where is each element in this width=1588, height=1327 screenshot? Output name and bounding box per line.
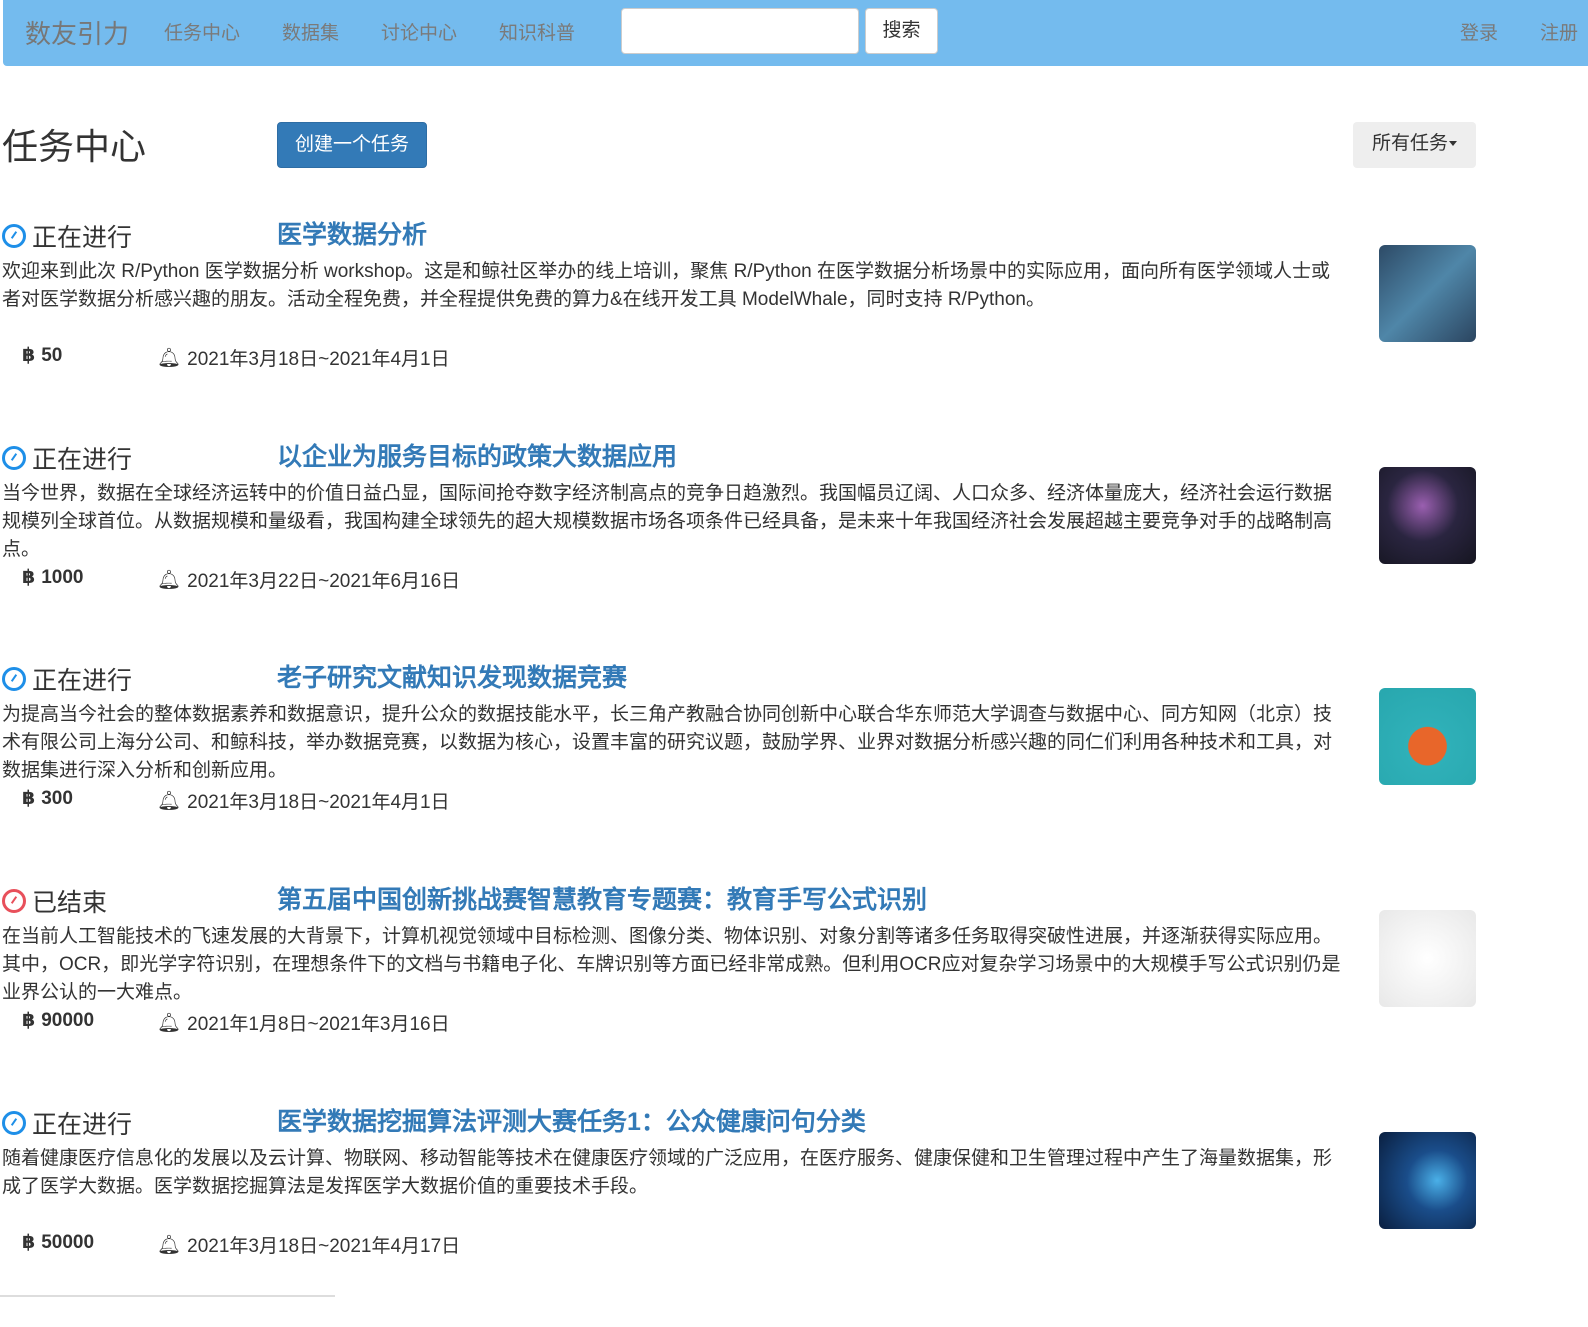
brand-logo[interactable]: 数友引力 [25, 14, 129, 51]
task-item: 正在进行 医学数据挖掘算法评测大赛任务1：公众健康问句分类 随着健康医疗信息化的… [0, 1105, 1588, 1327]
status-clock-icon [2, 667, 26, 691]
task-thumbnail[interactable] [1379, 245, 1476, 342]
task-description: 在当前人工智能技术的飞速发展的大背景下，计算机视觉领域中目标检测、图像分类、物体… [2, 926, 1341, 1003]
status-label: 已结束 [32, 889, 108, 917]
bell-icon: 🔔︎ [157, 1234, 182, 1256]
bitcoin-icon: ฿ [22, 345, 36, 366]
date-range: 2021年3月18日~2021年4月1日 [187, 792, 450, 813]
reward-value: 1000 [41, 566, 84, 588]
task-title-link[interactable]: 医学数据分析 [277, 215, 427, 251]
task-description: 欢迎来到此次 R/Python 医学数据分析 workshop。这是和鲸社区举办… [2, 261, 1331, 310]
date-range: 2021年3月18日~2021年4月1日 [187, 349, 450, 370]
task-item: 正在进行 医学数据分析 欢迎来到此次 R/Python 医学数据分析 works… [0, 218, 1588, 440]
bitcoin-icon: ฿ [22, 1010, 36, 1031]
bitcoin-icon: ฿ [22, 788, 36, 809]
nav-datasets[interactable]: 数据集 [282, 18, 339, 45]
task-description: 为提高当今社会的整体数据素养和数据意识，提升公众的数据技能水平，长三角产教融合协… [2, 704, 1333, 781]
date-range: 2021年3月22日~2021年6月16日 [187, 571, 461, 592]
status-label: 正在进行 [32, 667, 133, 695]
bell-icon: 🔔︎ [157, 790, 182, 812]
status-label: 正在进行 [32, 446, 133, 474]
date-range: 2021年3月18日~2021年4月17日 [187, 1236, 461, 1257]
login-link[interactable]: 登录 [1460, 18, 1498, 45]
task-reward: ฿ 1000 [22, 566, 84, 589]
page-title: 任务中心 [2, 126, 147, 167]
status-clock-icon [2, 224, 26, 248]
task-thumbnail[interactable] [1379, 688, 1476, 785]
task-reward: ฿ 50000 [22, 1231, 94, 1254]
task-description: 随着健康医疗信息化的发展以及云计算、物联网、移动智能等技术在健康医疗领域的广泛应… [2, 1148, 1333, 1197]
task-status: 正在进行 [2, 218, 132, 254]
create-task-button[interactable]: 创建一个任务 [277, 122, 427, 168]
status-clock-icon [2, 889, 26, 913]
task-thumbnail[interactable] [1379, 467, 1476, 564]
status-label: 正在进行 [32, 224, 133, 252]
divider [0, 1295, 335, 1297]
status-label: 正在进行 [32, 1111, 133, 1139]
search-input[interactable] [621, 8, 859, 54]
reward-value: 90000 [41, 1009, 95, 1031]
task-reward: ฿ 90000 [22, 1009, 94, 1032]
bell-icon: 🔔︎ [157, 569, 182, 591]
nav-knowledge[interactable]: 知识科普 [499, 18, 575, 45]
date-range: 2021年1月8日~2021年3月16日 [187, 1014, 450, 1035]
task-status: 正在进行 [2, 1105, 132, 1141]
task-item: 正在进行 老子研究文献知识发现数据竞赛 为提高当今社会的整体数据素养和数据意识，… [0, 661, 1588, 883]
nav-task-center[interactable]: 任务中心 [164, 18, 240, 45]
task-status: 正在进行 [2, 661, 132, 697]
task-dates: 🔔︎ 2021年3月18日~2021年4月1日 [157, 787, 450, 814]
task-dates: 🔔︎ 2021年3月18日~2021年4月1日 [157, 344, 450, 371]
nav-discussion[interactable]: 讨论中心 [381, 18, 457, 45]
top-navbar: 数友引力 任务中心 数据集 讨论中心 知识科普 搜索 登录 注册 [3, 0, 1588, 66]
task-status: 已结束 [2, 883, 107, 919]
bitcoin-icon: ฿ [22, 567, 36, 588]
task-status: 正在进行 [2, 440, 132, 476]
task-item: 已结束 第五届中国创新挑战赛智慧教育专题赛：教育手写公式识别 在当前人工智能技术… [0, 883, 1588, 1105]
status-clock-icon [2, 446, 26, 470]
status-clock-icon [2, 1111, 26, 1135]
task-title-link[interactable]: 第五届中国创新挑战赛智慧教育专题赛：教育手写公式识别 [277, 880, 927, 916]
task-title-link[interactable]: 老子研究文献知识发现数据竞赛 [277, 658, 627, 694]
task-title-link[interactable]: 以企业为服务目标的政策大数据应用 [277, 437, 677, 473]
search-button[interactable]: 搜索 [865, 8, 938, 54]
task-reward: ฿ 50 [22, 344, 62, 367]
task-title-link[interactable]: 医学数据挖掘算法评测大赛任务1：公众健康问句分类 [277, 1102, 866, 1138]
filter-label: 所有任务 [1371, 133, 1448, 154]
reward-value: 300 [41, 787, 73, 809]
caret-down-icon [1449, 141, 1457, 147]
bitcoin-icon: ฿ [22, 1232, 36, 1253]
task-filter-dropdown[interactable]: 所有任务 [1353, 122, 1476, 168]
bell-icon: 🔔︎ [157, 347, 182, 369]
task-dates: 🔔︎ 2021年3月22日~2021年6月16日 [157, 566, 460, 593]
task-thumbnail[interactable] [1379, 1132, 1476, 1229]
task-dates: 🔔︎ 2021年3月18日~2021年4月17日 [157, 1231, 460, 1258]
task-item: 正在进行 以企业为服务目标的政策大数据应用 当今世界，数据在全球经济运转中的价值… [0, 440, 1588, 662]
register-link[interactable]: 注册 [1540, 18, 1578, 45]
bell-icon: 🔔︎ [157, 1012, 182, 1034]
reward-value: 50 [41, 344, 63, 366]
reward-value: 50000 [41, 1231, 95, 1253]
task-dates: 🔔︎ 2021年1月8日~2021年3月16日 [157, 1009, 450, 1036]
task-thumbnail[interactable] [1379, 910, 1476, 1007]
task-reward: ฿ 300 [22, 787, 73, 810]
task-description: 当今世界，数据在全球经济运转中的价值日益凸显，国际间抢夺数字经济制高点的竞争日趋… [2, 483, 1333, 560]
